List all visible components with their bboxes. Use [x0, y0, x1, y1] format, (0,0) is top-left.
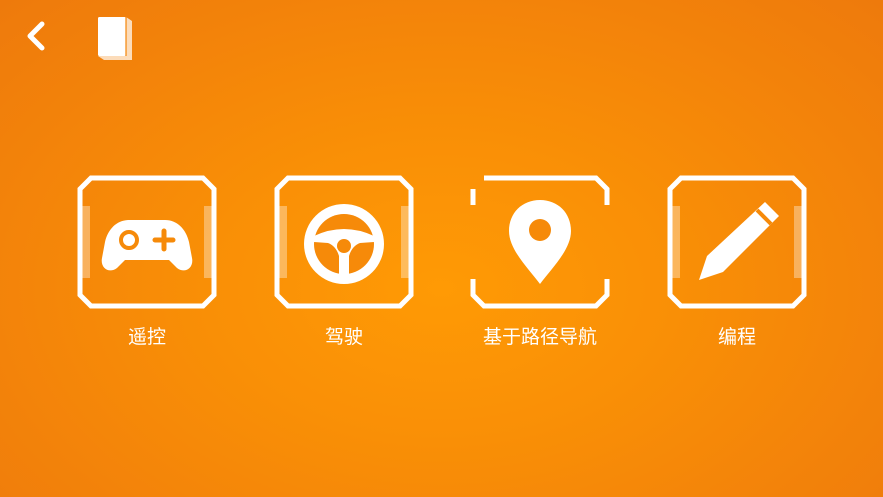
back-button[interactable]	[20, 16, 56, 56]
book-icon	[98, 17, 132, 60]
programming-label: 编程	[717, 326, 756, 348]
path-navigation-label: 基于路径导航	[482, 326, 597, 348]
driving-card[interactable]: 驾驶	[274, 175, 414, 355]
path-navigation-card[interactable]: 基于路径导航	[470, 175, 610, 355]
gamepad-icon	[101, 220, 193, 271]
remote-control-card[interactable]: 遥控	[77, 175, 217, 355]
programming-card[interactable]: 编程	[667, 175, 807, 355]
steering-wheel-icon	[304, 204, 384, 284]
map-pin-icon	[509, 200, 571, 284]
pencil-icon	[699, 202, 779, 280]
driving-label: 驾驶	[324, 326, 363, 348]
book-button[interactable]	[92, 14, 136, 62]
chevron-left-icon	[27, 21, 45, 51]
remote-control-label: 遥控	[127, 326, 166, 348]
